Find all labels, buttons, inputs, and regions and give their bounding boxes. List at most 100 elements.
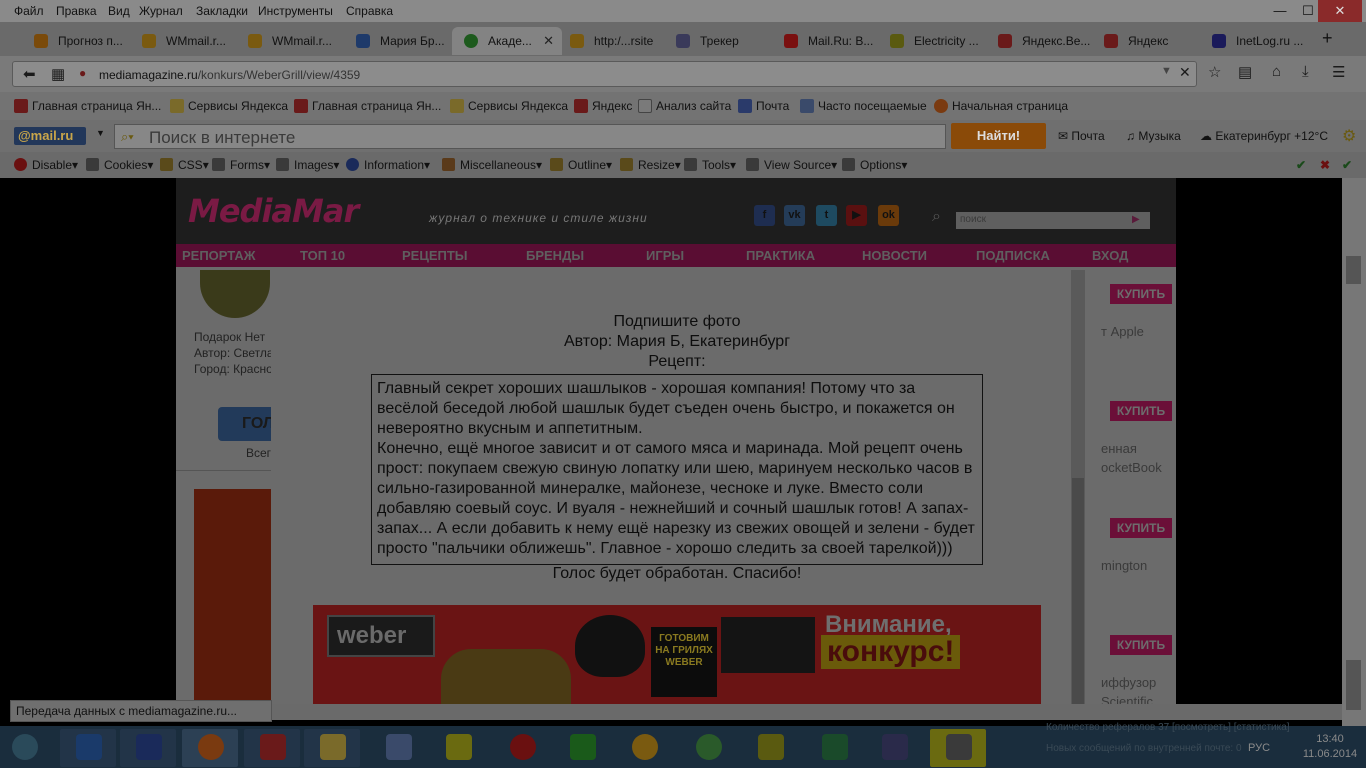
buy-button[interactable]: КУПИТЬ xyxy=(1110,518,1172,538)
menu-edit[interactable]: Правка xyxy=(56,4,97,18)
bookmark-2[interactable]: Главная страница Ян... xyxy=(294,99,441,113)
tab-3[interactable]: Мария Бр... xyxy=(344,27,456,55)
taskbar-app[interactable] xyxy=(930,729,986,767)
taskbar-app[interactable] xyxy=(430,729,486,767)
tab-10[interactable]: Яндекс xyxy=(1092,27,1204,55)
taskbar-app[interactable] xyxy=(554,729,610,767)
bookmark-7[interactable]: Часто посещаемые xyxy=(800,99,927,113)
dev-misc[interactable]: Miscellaneous▾ xyxy=(442,158,542,172)
weber-contest-banner[interactable]: weber ГОТОВИМ НА ГРИЛЯХ WEBER Внимание, … xyxy=(313,605,1041,704)
bookmark-4[interactable]: Яндекс xyxy=(574,99,632,113)
clock[interactable]: 13:40 11.06.2014 xyxy=(1300,732,1360,762)
buy-button[interactable]: КУПИТЬ xyxy=(1110,635,1172,655)
tab-0[interactable]: Прогноз п... xyxy=(22,27,134,55)
vote-button[interactable]: ГОЛ xyxy=(218,407,278,441)
nav-news[interactable]: НОВОСТИ xyxy=(862,248,927,263)
taskbar-app[interactable] xyxy=(494,729,550,767)
dev-disable[interactable]: Disable▾ xyxy=(14,158,78,172)
product-name[interactable]: иффузор xyxy=(1101,675,1156,690)
taskbar-app[interactable] xyxy=(60,729,116,767)
dev-information[interactable]: Information▾ xyxy=(346,158,430,172)
nav-login[interactable]: ВХОД xyxy=(1092,248,1128,263)
tab-2[interactable]: WMmail.r... xyxy=(236,27,348,55)
twitter-icon[interactable]: t xyxy=(816,205,837,226)
dev-outline[interactable]: Outline▾ xyxy=(550,158,612,172)
checkmark-icon[interactable]: ✔ xyxy=(1296,158,1306,172)
close-window-button[interactable]: ✕ xyxy=(1318,0,1362,22)
dev-resize[interactable]: Resize▾ xyxy=(620,158,681,172)
home-icon[interactable]: ⌂ xyxy=(1272,63,1281,80)
product-name[interactable]: Scientific xyxy=(1101,694,1153,704)
dev-images[interactable]: Images▾ xyxy=(276,158,339,172)
nav-brands[interactable]: БРЕНДЫ xyxy=(526,248,584,263)
hamburger-menu-icon[interactable]: ☰ xyxy=(1332,63,1345,81)
new-tab-button[interactable]: + xyxy=(1322,28,1333,49)
tab-9[interactable]: Яндекс.Ве... xyxy=(986,27,1098,55)
nav-recipes[interactable]: РЕЦЕПТЫ xyxy=(402,248,468,263)
address-bar[interactable]: ⬅ ▦ ● mediamagazine.ru/konkurs/WeberGril… xyxy=(12,61,1197,87)
product-name[interactable]: mington xyxy=(1101,558,1147,573)
gift-photo-thumbnail[interactable] xyxy=(200,270,270,318)
nav-reportage[interactable]: РЕПОРТАЖ xyxy=(182,248,256,263)
taskbar-app[interactable] xyxy=(806,729,862,767)
tab-8[interactable]: Electricity ... xyxy=(878,27,990,55)
product-name[interactable]: енная xyxy=(1101,441,1137,456)
site-search-input[interactable]: поиск ▶ xyxy=(956,212,1150,229)
back-arrow-icon[interactable]: ⬅ xyxy=(23,65,36,83)
taskbar-app[interactable] xyxy=(616,729,672,767)
taskbar-app[interactable] xyxy=(304,729,360,767)
dev-cookies[interactable]: Cookies▾ xyxy=(86,158,153,172)
dev-options[interactable]: Options▾ xyxy=(842,158,907,172)
taskbar-app[interactable] xyxy=(182,729,238,767)
taskbar-app[interactable] xyxy=(680,729,736,767)
taskbar-app[interactable] xyxy=(244,729,300,767)
menu-view[interactable]: Вид xyxy=(108,4,130,18)
tab-5[interactable]: http:/...rsite xyxy=(558,27,670,55)
nav-subscribe[interactable]: ПОДПИСКА xyxy=(976,248,1050,263)
bookmark-8[interactable]: Начальная страница xyxy=(934,99,1068,113)
downloads-icon[interactable]: ⤓ xyxy=(1302,63,1309,80)
dev-forms[interactable]: Forms▾ xyxy=(212,158,270,172)
tab-1[interactable]: WMmail.r... xyxy=(130,27,242,55)
nav-games[interactable]: ИГРЫ xyxy=(646,248,684,263)
taskbar-app[interactable] xyxy=(370,729,426,767)
tab-4-active[interactable]: Акаде... ✕ xyxy=(452,27,562,55)
menu-bookmarks[interactable]: Закладки xyxy=(196,4,248,18)
referral-notice[interactable]: Количество рефералов 37 [посмотреть] [ст… xyxy=(1046,722,1290,733)
facebook-icon[interactable]: f xyxy=(754,205,775,226)
taskbar-app[interactable] xyxy=(120,729,176,767)
weather-link[interactable]: ☁ Екатеринбург +12°C xyxy=(1200,129,1328,143)
bookmark-5[interactable]: Анализ сайта xyxy=(638,99,731,113)
tab-6[interactable]: Трекер xyxy=(664,27,776,55)
menu-file[interactable]: Файл xyxy=(14,4,44,18)
mail-link[interactable]: ✉ Почта xyxy=(1058,129,1105,143)
settings-gear-icon[interactable]: ⚙ xyxy=(1342,126,1356,146)
product-name[interactable]: т Apple xyxy=(1101,324,1144,339)
buy-button[interactable]: КУПИТЬ xyxy=(1110,284,1172,304)
modal-scrollbar-thumb[interactable] xyxy=(1072,478,1084,704)
bookmark-star-icon[interactable]: ☆ xyxy=(1208,63,1221,81)
nav-top10[interactable]: ТОП 10 xyxy=(300,248,345,263)
site-logo[interactable]: MediaMar xyxy=(188,192,359,230)
vertical-scrollbar-thumb[interactable] xyxy=(1346,256,1361,284)
stop-icon[interactable]: ✕ xyxy=(1179,64,1191,81)
menu-tools[interactable]: Инструменты xyxy=(258,4,333,18)
bookmark-1[interactable]: Сервисы Яндекса xyxy=(170,99,288,113)
youtube-icon[interactable]: ▶ xyxy=(846,205,867,226)
dev-css[interactable]: CSS▾ xyxy=(160,158,209,172)
nav-practice[interactable]: ПРАКТИКА xyxy=(746,248,815,263)
bookmark-0[interactable]: Главная страница Ян... xyxy=(14,99,161,113)
mailru-logo[interactable]: @mail.ru xyxy=(14,127,86,145)
music-link[interactable]: ♫ Музыка xyxy=(1126,129,1181,143)
page-grid-icon[interactable]: ▦ xyxy=(51,65,65,83)
find-button[interactable]: Найти! xyxy=(951,123,1046,149)
dev-view-source[interactable]: View Source▾ xyxy=(746,158,837,172)
vk-icon[interactable]: vk xyxy=(784,205,805,226)
recipe-photo-thumbnail[interactable] xyxy=(194,489,272,704)
vertical-scrollbar-thumb[interactable] xyxy=(1346,660,1361,710)
dev-tools[interactable]: Tools▾ xyxy=(684,158,736,172)
menu-help[interactable]: Справка xyxy=(346,4,393,18)
start-button[interactable] xyxy=(0,729,56,767)
valid-icon[interactable]: ✔ xyxy=(1342,158,1352,172)
minimize-button[interactable]: — xyxy=(1266,0,1294,22)
